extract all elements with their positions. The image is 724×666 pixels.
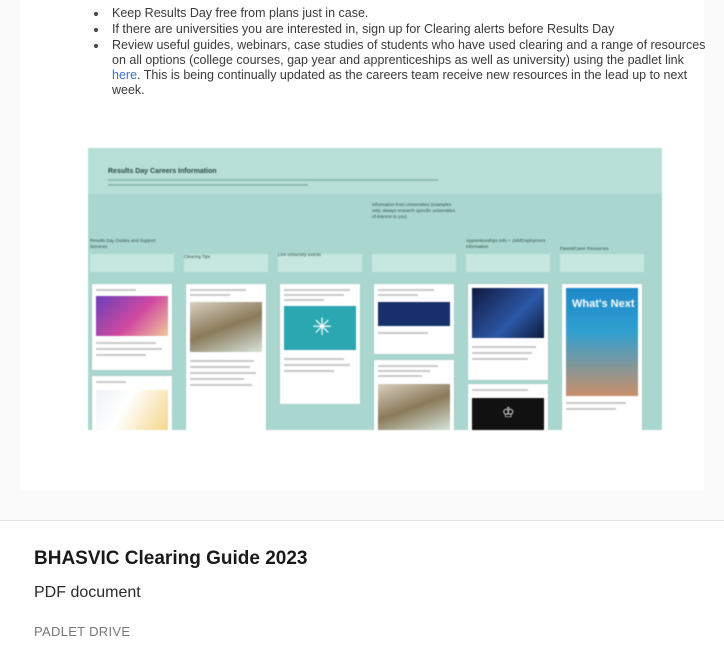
post-image: ✳	[284, 306, 356, 350]
column-tab	[560, 254, 644, 272]
whats-next-text: What's Next	[572, 298, 635, 310]
crown-icon: ♔	[502, 404, 515, 420]
column-tab	[372, 254, 456, 272]
board-column: Results Day Guides and Support Services	[90, 194, 174, 430]
board-post	[374, 284, 454, 354]
column-tab	[466, 254, 550, 272]
board-description-line	[108, 179, 438, 181]
board-post	[92, 284, 172, 370]
board-column: Live university events ✳	[278, 194, 362, 430]
post-image	[190, 302, 262, 352]
bullet-text: Review useful guides, webinars, case stu…	[112, 38, 706, 67]
board-post	[92, 376, 172, 430]
board-column: Information from Universities (examples …	[372, 194, 456, 430]
board-column: Parent/Carer Resources What's Next	[560, 194, 644, 430]
column-heading: Information from Universities (examples …	[372, 202, 455, 219]
column-heading: Live university events	[278, 252, 322, 257]
board-title: Results Day Careers Information	[108, 168, 217, 175]
board-post: What's Next	[562, 284, 642, 430]
document-source: PADLET DRIVE	[34, 624, 131, 639]
divider	[0, 520, 724, 521]
board-post: ♔	[468, 384, 548, 430]
star-icon: ✳	[312, 314, 333, 341]
document-title[interactable]: BHASVIC Clearing Guide 2023	[34, 548, 307, 570]
board-post: ✳	[280, 284, 360, 404]
column-heading: Parent/Carer Resources	[560, 246, 609, 251]
post-image	[96, 296, 168, 336]
post-image: What's Next	[566, 288, 638, 396]
post-image: ♔	[472, 398, 544, 430]
post-image	[96, 390, 168, 430]
board-post	[186, 284, 266, 430]
bullet-text: Keep Results Day free from plans just in…	[112, 6, 369, 20]
post-image	[378, 384, 450, 430]
board-description-line	[108, 184, 308, 186]
board-column: Clearing Tips	[184, 194, 268, 430]
padlet-board-screenshot: Results Day Careers Information Results …	[88, 148, 662, 430]
bullet-item: If there are universities you are intere…	[88, 22, 708, 37]
board-post	[374, 360, 454, 430]
bullet-list: Keep Results Day free from plans just in…	[88, 6, 708, 99]
column-heading: Apprenticeships Info + Job/Employment in…	[466, 238, 546, 249]
bullet-text: . This is being continually updated as t…	[112, 68, 688, 97]
column-heading: Results Day Guides and Support Services	[90, 238, 156, 249]
document-preview[interactable]: Keep Results Day free from plans just in…	[0, 0, 724, 520]
bullet-item: Keep Results Day free from plans just in…	[88, 6, 708, 21]
post-image	[472, 288, 544, 338]
document-type: PDF document	[34, 584, 141, 601]
padlet-link[interactable]: here	[112, 68, 137, 82]
post-image	[378, 302, 450, 326]
column-tab	[90, 254, 174, 272]
board-post	[468, 284, 548, 380]
bullet-text: If there are universities you are intere…	[112, 22, 615, 36]
bullet-item: Review useful guides, webinars, case stu…	[88, 38, 708, 98]
board-column: Apprenticeships Info + Job/Employment in…	[466, 194, 550, 430]
column-heading: Clearing Tips	[184, 254, 211, 259]
attachment-card[interactable]: Keep Results Day free from plans just in…	[0, 0, 724, 666]
